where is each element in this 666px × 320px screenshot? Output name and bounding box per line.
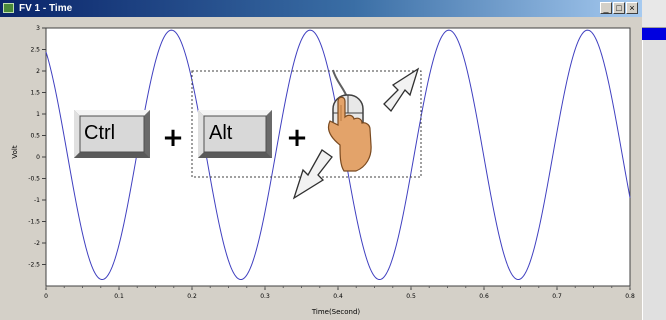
alt-key-label: Alt: [209, 122, 233, 144]
window-title: FV 1 - Time: [19, 3, 73, 14]
minimize-button[interactable]: _: [600, 2, 612, 14]
time-plot-window: FV 1 - Time _ □ × 0 0.1 0.2 0.3 0.4 0.5 0.6 0.7…: [0, 0, 642, 320]
x-tick-label: 0.5: [406, 293, 416, 300]
plus-sign-2: +: [286, 123, 308, 153]
y-tick-label: 0: [36, 154, 40, 161]
y-tick-label: -2.5: [28, 262, 40, 269]
y-tick-label: 2.5: [30, 47, 40, 54]
x-tick-label: 0.2: [187, 293, 197, 300]
x-tick-label: 0.3: [260, 293, 270, 300]
x-tick-label: 0: [44, 293, 48, 300]
y-tick-label: 3: [36, 25, 40, 32]
x-tick-label: 0.4: [333, 293, 343, 300]
y-tick-label: 1.5: [30, 90, 40, 97]
side-panel: [642, 0, 666, 320]
y-tick-label: -0.5: [28, 176, 40, 183]
y-tick-label: -1: [34, 197, 40, 204]
x-tick-label: 0.8: [625, 293, 635, 300]
x-axis-title: Time(Second): [311, 308, 361, 316]
x-tick-label: 0.6: [479, 293, 489, 300]
alt-key-icon: Alt: [198, 110, 272, 158]
plus-sign-1: +: [162, 123, 184, 153]
side-panel-tab[interactable]: [642, 28, 666, 40]
ctrl-key-icon: Ctrl: [74, 110, 150, 158]
y-tick-label: 1: [36, 111, 40, 118]
y-tick-label: 2: [36, 68, 40, 75]
close-button[interactable]: ×: [626, 2, 638, 14]
y-tick-label: -1.5: [28, 219, 40, 226]
y-tick-label: -2: [34, 240, 40, 247]
y-tick-label: 0.5: [30, 133, 40, 140]
maximize-button[interactable]: □: [613, 2, 625, 14]
y-axis-title: Volt: [11, 145, 19, 158]
x-tick-label: 0.7: [552, 293, 562, 300]
side-panel-header: [642, 0, 666, 28]
title-bar[interactable]: FV 1 - Time _ □ ×: [0, 0, 642, 17]
x-tick-label: 0.1: [114, 293, 124, 300]
side-panel-body: [642, 40, 666, 320]
ctrl-key-label: Ctrl: [84, 122, 115, 144]
app-icon: [3, 3, 14, 13]
time-chart[interactable]: 0 0.1 0.2 0.3 0.4 0.5 0.6 0.7 0.8 3 2.5 2 1.5 1 0.5 0 -0…: [0, 17, 642, 320]
